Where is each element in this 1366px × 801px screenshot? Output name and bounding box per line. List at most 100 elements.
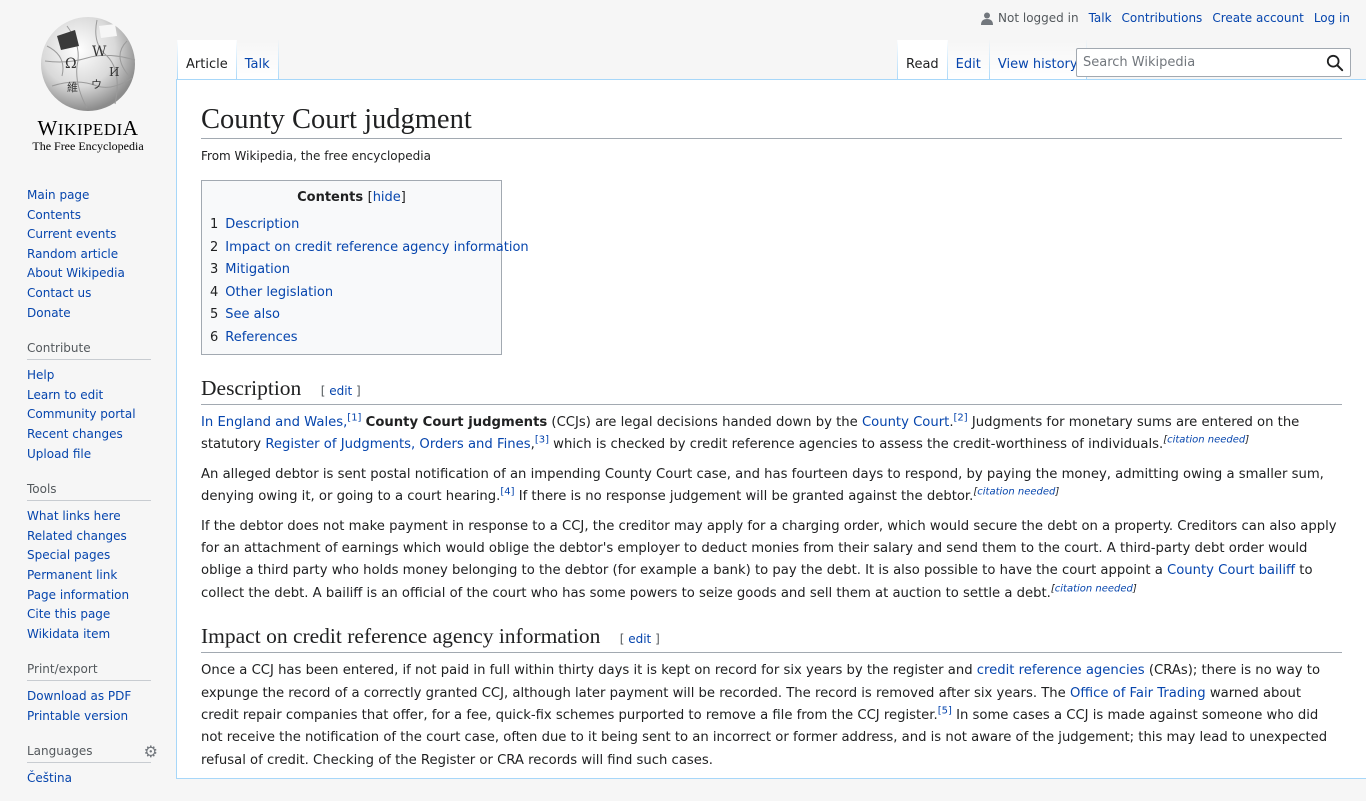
sidebar-item-about[interactable]: About Wikipedia [27,266,125,280]
toc-item[interactable]: 2 Impact on credit reference agency infor… [210,237,529,260]
link-credit-reference-agencies[interactable]: credit reference agencies [977,663,1145,678]
table-of-contents: Contents [hide] 1 Description 2 Impact on … [201,180,529,356]
sidebar-navigation: Main page Contents Current events Random… [27,186,151,323]
sidebar-heading-languages: Languages ⚙ [27,742,158,764]
reference-1[interactable]: [1] [347,413,361,424]
citation-needed[interactable]: citation needed [1167,435,1245,446]
wikipedia-logo[interactable]: Ω W И 維 ウ WIKIPEDIA The Free Encyclopedi… [0,0,176,160]
toc-item-number: 3 [210,262,219,278]
sidebar-item-upload-file[interactable]: Upload file [27,447,91,461]
sidebar-item-wikidata-item[interactable]: Wikidata item [27,627,110,641]
svg-text:W: W [92,44,107,60]
talk-link[interactable]: Talk [1089,11,1112,25]
contributions-link[interactable]: Contributions [1122,11,1203,25]
section-heading-description: Description [ edit ] [201,375,1342,405]
citation-needed[interactable]: citation needed [1055,583,1133,594]
sidebar-item-recent-changes[interactable]: Recent changes [27,427,123,441]
gear-icon[interactable]: ⚙ [144,742,158,761]
sidebar-item-contact[interactable]: Contact us [27,286,91,300]
section-edit-link[interactable]: edit [628,632,651,646]
link-county-court-bailiff[interactable]: County Court bailiff [1167,563,1295,578]
sidebar-item-contents[interactable]: Contents [27,208,81,222]
svg-text:Ω: Ω [65,56,77,72]
citation-needed[interactable]: citation needed [977,487,1055,498]
section-edit-link[interactable]: edit [329,384,352,398]
tab-edit[interactable]: Edit [947,40,990,80]
toc-item-number: 2 [210,239,219,255]
sidebar-item-current-events[interactable]: Current events [27,227,116,241]
link-england-wales[interactable]: In England and Wales, [201,415,347,430]
svg-text:ウ: ウ [91,78,102,91]
login-link[interactable]: Log in [1314,11,1350,25]
link-office-of-fair-trading[interactable]: Office of Fair Trading [1070,686,1206,701]
sidebar-item-page-information[interactable]: Page information [27,588,129,602]
sidebar-contribute: Contribute Help Learn to edit Community … [27,341,151,464]
sidebar-languages: Languages ⚙ Čeština [27,742,158,789]
tagline: The Free Encyclopedia [32,139,144,153]
toc-item-label[interactable]: See also [225,307,280,322]
section-heading-impact: Impact on credit reference agency inform… [201,623,1342,654]
paragraph: An alleged debtor is sent postal notific… [201,466,1324,505]
sidebar-item-special-pages[interactable]: Special pages [27,548,110,562]
toc-item-label[interactable]: Description [225,217,299,232]
toc-item[interactable]: 5 See also [210,304,494,327]
toc-item-label[interactable]: Mitigation [225,262,290,277]
toc-item-number: 5 [210,307,219,323]
toc-title: Contents [hide] [209,190,494,205]
svg-text:維: 維 [67,81,78,94]
sidebar-heading-tools: Tools [27,482,151,502]
link-county-court[interactable]: County Court [862,415,949,430]
toc-title-label: Contents [297,190,364,206]
toc-hide-link[interactable]: hide [373,190,401,205]
toc-item-label[interactable]: Impact on credit reference agency inform… [225,240,528,255]
toc-item[interactable]: 4 Other legislation [210,282,494,305]
create-account-link[interactable]: Create account [1212,11,1304,25]
sidebar-item-donate[interactable]: Donate [27,306,71,320]
sidebar-item-related-changes[interactable]: Related changes [27,529,127,543]
search-icon[interactable] [1326,54,1344,72]
toc-item-number: 6 [210,329,219,345]
sidebar-item-help[interactable]: Help [27,368,54,382]
reference-5[interactable]: [5] [938,706,952,717]
paragraph: If the debtor does not make payment in r… [201,518,1337,601]
toc-item-number: 4 [210,284,219,300]
section-title: Description [201,376,302,401]
sidebar-item-what-links-here[interactable]: What links here [27,509,121,523]
section-edit: [ edit ] [619,632,660,647]
sidebar-item-cite-this-page[interactable]: Cite this page [27,607,110,621]
tab-article[interactable]: Article [177,40,237,80]
sidebar-item-printable-version[interactable]: Printable version [27,709,128,723]
sidebar: Main page Contents Current events Random… [0,176,176,801]
sidebar-item-learn-to-edit[interactable]: Learn to edit [27,388,103,402]
tab-view-history[interactable]: View history [989,40,1087,80]
toc-item[interactable]: 6 References [210,327,494,350]
reference-2[interactable]: [2] [954,413,968,424]
toc-item-label[interactable]: Other legislation [225,285,333,300]
toc-item-label[interactable]: References [225,330,297,345]
reference-3[interactable]: [3] [535,435,549,446]
toc-toggle: [hide] [367,190,406,206]
toc-item[interactable]: 1 Description [210,214,494,237]
svg-text:И: И [109,65,119,79]
tab-read[interactable]: Read [897,40,948,80]
sidebar-item-main-page[interactable]: Main page [27,188,89,202]
sidebar-print: Print/export Download as PDF Printable v… [27,662,151,726]
sidebar-item-download-pdf[interactable]: Download as PDF [27,689,131,703]
personal-tools: Not logged in Talk Contributions Create … [981,11,1350,25]
link-register[interactable]: Register of Judgments, Orders and Fines [265,437,530,452]
wordmark: WIKIPEDIA [37,116,139,140]
wikipedia-globe-icon: Ω W И 維 ウ [41,17,136,111]
article-content: County Court judgment From Wikipedia, th… [176,79,1366,779]
reference-4[interactable]: [4] [500,487,514,498]
text: which is checked by credit reference age… [548,437,1164,453]
sidebar-tools: Tools What links here Related changes Sp… [27,482,151,644]
sidebar-item-permanent-link[interactable]: Permanent link [27,568,117,582]
search-input[interactable] [1077,49,1317,76]
sidebar-item-community-portal[interactable]: Community portal [27,407,136,421]
view-tabs: Read Edit View history [897,40,1087,80]
bold-term: County Court judgments [365,414,548,430]
sidebar-item-language-cestina[interactable]: Čeština [27,771,72,785]
tab-talk[interactable]: Talk [236,40,279,80]
sidebar-item-random-article[interactable]: Random article [27,247,118,261]
toc-item[interactable]: 3 Mitigation [210,259,494,282]
